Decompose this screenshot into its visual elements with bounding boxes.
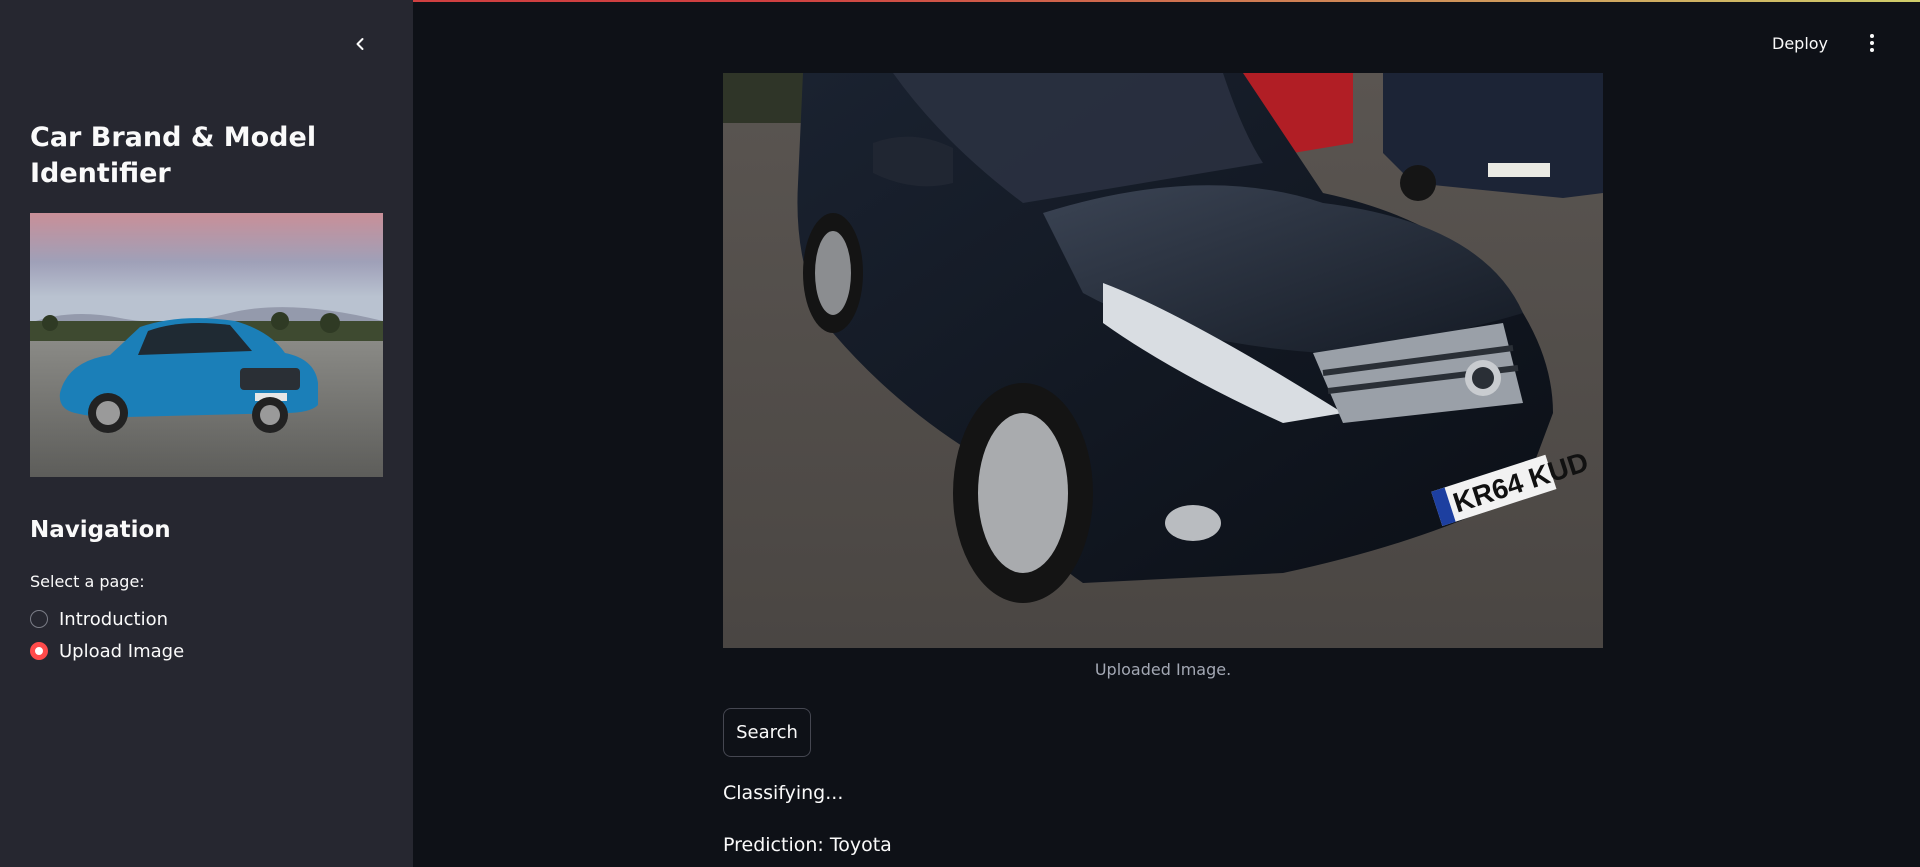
- uploaded-car-image: KR64 KUD: [723, 73, 1603, 648]
- radio-label: Introduction: [59, 608, 169, 630]
- radio-button-unselected[interactable]: [30, 610, 48, 628]
- collapse-sidebar-button[interactable]: [346, 30, 374, 58]
- prediction-result: Prediction: Toyota: [723, 834, 892, 856]
- sidebar: Car Brand & Model Identifier Navigation …: [0, 0, 413, 867]
- sidebar-title: Car Brand & Model Identifier: [30, 122, 317, 189]
- navigation-heading: Navigation: [30, 517, 171, 543]
- radio-option-introduction[interactable]: Introduction: [30, 606, 168, 632]
- sidebar-car-image: [30, 213, 383, 477]
- select-page-label: Select a page:: [30, 572, 145, 591]
- vertical-dots-icon: [1870, 34, 1874, 38]
- search-button[interactable]: Search: [723, 708, 811, 757]
- deploy-button[interactable]: Deploy: [1772, 30, 1828, 56]
- classifying-status: Classifying...: [723, 782, 844, 804]
- radio-button-selected[interactable]: [30, 642, 48, 660]
- chevron-left-icon: [356, 38, 364, 50]
- main-menu-button[interactable]: [1862, 30, 1882, 56]
- radio-label: Upload Image: [59, 640, 185, 662]
- radio-option-upload-image[interactable]: Upload Image: [30, 638, 184, 664]
- image-caption: Uploaded Image.: [1094, 660, 1232, 679]
